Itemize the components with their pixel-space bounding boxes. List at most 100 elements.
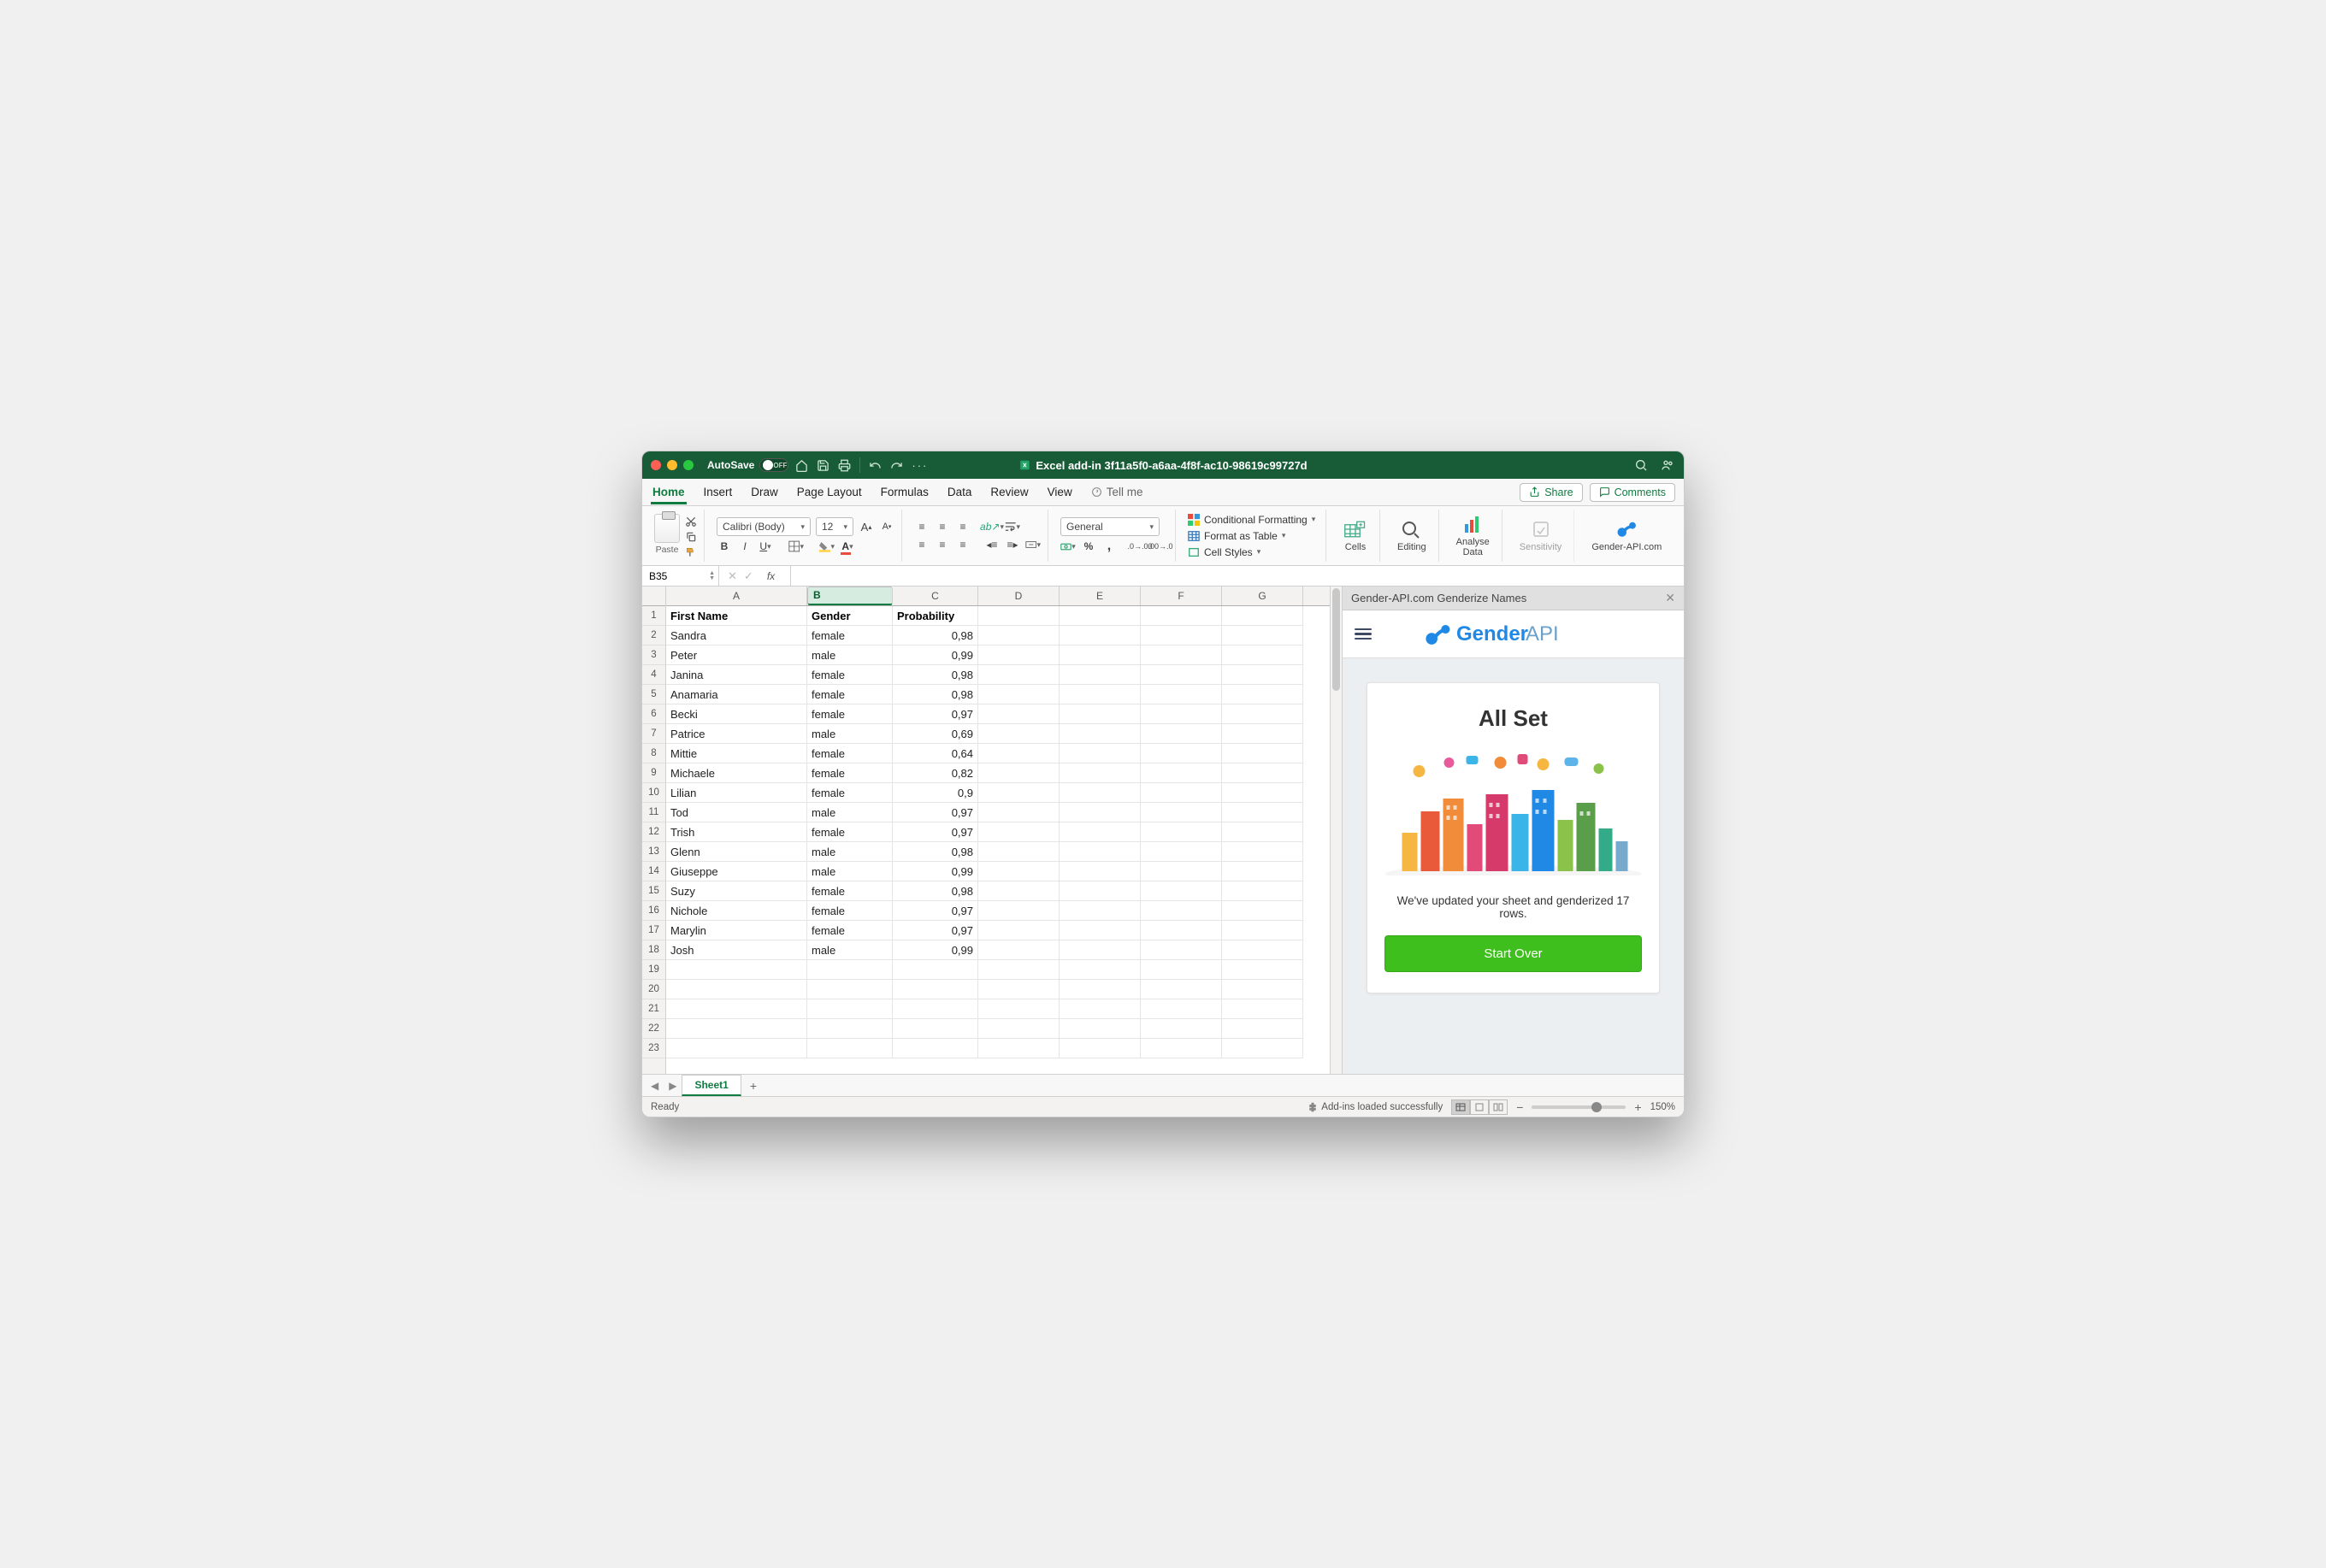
cell[interactable]: Mittie	[666, 744, 807, 763]
share-button[interactable]: Share	[1520, 483, 1582, 502]
cell[interactable]	[666, 999, 807, 1019]
cell[interactable]: female	[807, 626, 893, 645]
cell[interactable]: 0,98	[893, 685, 978, 704]
row-header[interactable]: 12	[642, 822, 665, 842]
cell[interactable]: female	[807, 665, 893, 685]
comments-button[interactable]: Comments	[1590, 483, 1675, 502]
cell[interactable]: Trish	[666, 822, 807, 842]
gender-api-addin-button[interactable]: Gender-API.com	[1579, 510, 1674, 562]
redo-icon[interactable]	[890, 459, 903, 472]
cell[interactable]	[666, 1019, 807, 1039]
cell[interactable]	[978, 881, 1060, 901]
cell[interactable]: Nichole	[666, 901, 807, 921]
tab-data[interactable]: Data	[946, 480, 974, 504]
cell[interactable]	[978, 940, 1060, 960]
cell[interactable]: 0,64	[893, 744, 978, 763]
save-icon[interactable]	[817, 459, 829, 472]
cell[interactable]	[1222, 921, 1303, 940]
cell[interactable]	[1222, 685, 1303, 704]
cell[interactable]: Suzy	[666, 881, 807, 901]
format-painter-icon[interactable]	[685, 546, 697, 558]
row-header[interactable]: 20	[642, 980, 665, 999]
cell[interactable]: female	[807, 685, 893, 704]
view-buttons[interactable]	[1451, 1099, 1508, 1115]
cell[interactable]	[1060, 921, 1141, 940]
cell[interactable]: 0,97	[893, 704, 978, 724]
decrease-font-icon[interactable]: A▾	[879, 519, 894, 534]
cell[interactable]: 0,99	[893, 645, 978, 665]
row-header[interactable]: 4	[642, 665, 665, 685]
select-all-corner[interactable]	[642, 587, 665, 606]
cell[interactable]	[978, 606, 1060, 626]
cell[interactable]: 0,69	[893, 724, 978, 744]
editing-group[interactable]: Editing	[1385, 510, 1439, 562]
row-header[interactable]: 22	[642, 1019, 665, 1039]
cell[interactable]	[1060, 1019, 1141, 1039]
row-header[interactable]: 8	[642, 744, 665, 763]
cell[interactable]	[1222, 1039, 1303, 1058]
zoom-out-button[interactable]: −	[1516, 1100, 1523, 1114]
cell[interactable]: 0,99	[893, 940, 978, 960]
cell[interactable]: 0,9	[893, 783, 978, 803]
comma-icon[interactable]: ,	[1101, 539, 1117, 554]
cell[interactable]: female	[807, 763, 893, 783]
cell[interactable]	[666, 1039, 807, 1058]
cell[interactable]: Lilian	[666, 783, 807, 803]
cell[interactable]	[978, 1019, 1060, 1039]
cell[interactable]	[1060, 626, 1141, 645]
cell[interactable]	[666, 960, 807, 980]
cell[interactable]	[978, 803, 1060, 822]
cell[interactable]	[1141, 980, 1222, 999]
cell[interactable]	[1141, 862, 1222, 881]
cell[interactable]: Tod	[666, 803, 807, 822]
cell[interactable]: 0,98	[893, 665, 978, 685]
align-bottom-icon[interactable]: ≡	[955, 519, 971, 534]
cell[interactable]: 0,97	[893, 901, 978, 921]
start-over-button[interactable]: Start Over	[1384, 935, 1642, 972]
more-icon[interactable]: ···	[912, 459, 928, 472]
cell[interactable]	[1222, 626, 1303, 645]
font-color-button[interactable]: A▾	[840, 539, 855, 554]
cell[interactable]: female	[807, 783, 893, 803]
cell[interactable]: Probability	[893, 606, 978, 626]
cell[interactable]	[1222, 881, 1303, 901]
cell[interactable]	[1060, 685, 1141, 704]
tab-view[interactable]: View	[1046, 480, 1074, 504]
fx-label[interactable]: fx	[760, 570, 782, 582]
cell[interactable]: female	[807, 921, 893, 940]
cell[interactable]: male	[807, 842, 893, 862]
cell[interactable]: male	[807, 862, 893, 881]
cell[interactable]	[1060, 1039, 1141, 1058]
cell[interactable]	[807, 1039, 893, 1058]
cell[interactable]: male	[807, 940, 893, 960]
zoom-in-button[interactable]: +	[1634, 1100, 1641, 1114]
cell[interactable]	[1222, 901, 1303, 921]
bold-button[interactable]: B	[717, 539, 732, 554]
cell[interactable]	[1060, 803, 1141, 822]
sheet-nav-next[interactable]: ▶	[664, 1080, 682, 1092]
cell[interactable]	[978, 763, 1060, 783]
cell[interactable]: female	[807, 881, 893, 901]
cell[interactable]: Becki	[666, 704, 807, 724]
cells-group[interactable]: Cells	[1331, 510, 1380, 562]
cell[interactable]: Sandra	[666, 626, 807, 645]
tab-page-layout[interactable]: Page Layout	[795, 480, 864, 504]
cancel-formula-icon[interactable]: ✕	[728, 569, 737, 583]
cell[interactable]	[1222, 1019, 1303, 1039]
cell[interactable]	[1222, 822, 1303, 842]
cell[interactable]	[1060, 645, 1141, 665]
cell[interactable]	[666, 980, 807, 999]
cell[interactable]	[978, 901, 1060, 921]
increase-indent-icon[interactable]: ≡▸	[1005, 537, 1020, 552]
cell[interactable]	[1060, 940, 1141, 960]
cell[interactable]	[1060, 763, 1141, 783]
merge-icon[interactable]: ▾	[1025, 537, 1041, 552]
cell[interactable]	[893, 980, 978, 999]
column-header[interactable]: F	[1141, 587, 1222, 605]
cell[interactable]: Anamaria	[666, 685, 807, 704]
cell[interactable]	[1060, 999, 1141, 1019]
sheet-tab[interactable]: Sheet1	[682, 1075, 741, 1096]
align-middle-icon[interactable]: ≡	[935, 519, 950, 534]
decrease-decimal-icon[interactable]: .00→.0	[1153, 539, 1168, 554]
cell[interactable]: female	[807, 901, 893, 921]
